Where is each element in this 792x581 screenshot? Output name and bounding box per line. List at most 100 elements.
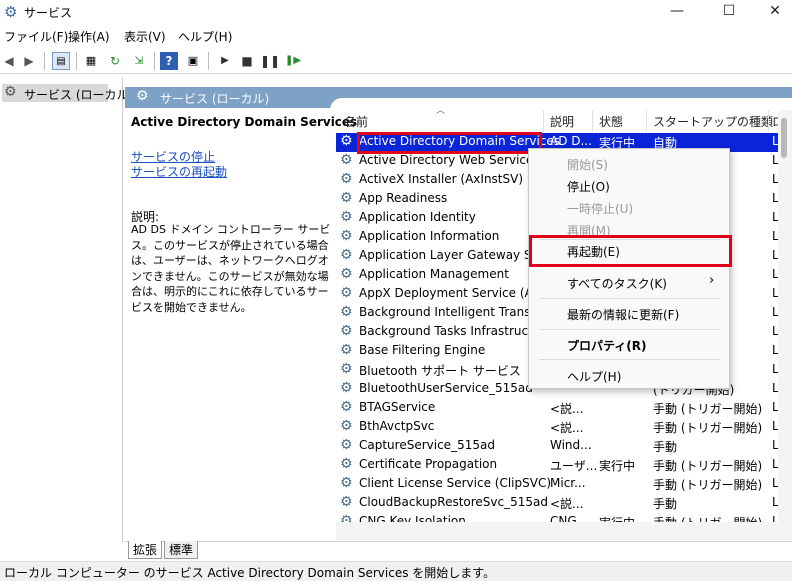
service-name: Application Management [359, 267, 509, 281]
refresh-icon[interactable]: ↻ [106, 52, 124, 70]
service-gear-icon: ⚙ [340, 456, 353, 472]
selected-service-name: Active Directory Domain Services [131, 115, 358, 129]
menu-item-all-tasks[interactable]: すべてのタスク(K) [567, 275, 667, 292]
scrollbar-thumb[interactable] [781, 118, 787, 158]
tab-extended[interactable]: 拡張 [128, 541, 163, 559]
menu-action[interactable]: 操作(A) [68, 28, 110, 45]
services-gear-icon: ⚙ [4, 84, 17, 100]
service-gear-icon: ⚙ [340, 247, 353, 263]
vertical-scrollbar[interactable] [778, 110, 792, 522]
service-gear-icon: ⚙ [340, 228, 353, 244]
close-button[interactable]: ✕ [752, 0, 792, 24]
tab-standard[interactable]: 標準 [164, 541, 199, 559]
service-name: BluetoothUserService_515ad [359, 381, 533, 395]
pane-header-curve [330, 98, 792, 110]
services-gear-icon: ⚙ [4, 3, 18, 21]
toolbar-separator [208, 52, 209, 70]
service-description-cell: <説... [550, 497, 584, 511]
service-name: CaptureService_515ad [359, 438, 495, 452]
menu-item-pause[interactable]: 一時停止(U) [567, 200, 633, 217]
help-icon[interactable]: ? [160, 52, 178, 70]
export-list-icon[interactable]: ⇲ [130, 52, 148, 70]
table-row[interactable]: ⚙ BTAGService <説... 手動 (トリガー開始) L [336, 399, 792, 418]
table-row[interactable]: ⚙ CaptureService_515ad Wind... 手動 L [336, 437, 792, 456]
service-description-cell: Wind... [550, 438, 592, 452]
menu-view[interactable]: 表示(V) [124, 28, 166, 45]
service-name: App Readiness [359, 191, 448, 205]
properties-sheet-icon[interactable]: ▦ [82, 52, 100, 70]
menu-item-help[interactable]: ヘルプ(H) [567, 368, 621, 385]
horizontal-scrollbar[interactable] [336, 522, 792, 540]
service-gear-icon: ⚙ [340, 285, 353, 301]
minimize-button[interactable]: — [654, 0, 700, 24]
service-gear-icon: ⚙ [340, 418, 353, 434]
service-name: Active Directory Web Services [359, 153, 540, 167]
service-startup-type: 手動 (トリガー開始) [653, 459, 763, 473]
context-menu: 開始(S) 停止(O) 一時停止(U) 再開(M) 再起動(E) すべてのタスク… [528, 148, 730, 389]
status-text: ローカル コンピューター のサービス Active Directory Doma… [4, 566, 496, 580]
service-name: CloudBackupRestoreSvc_515ad [359, 495, 548, 509]
service-name: Certificate Propagation [359, 457, 498, 471]
pause-service-icon[interactable]: ❚❚ [260, 52, 280, 70]
menu-item-stop[interactable]: 停止(O) [567, 178, 610, 195]
pane-header-title: サービス (ローカル) [160, 92, 270, 106]
menu-bar [0, 25, 792, 47]
service-name: BTAGService [359, 400, 436, 414]
tree-item-label: サービス (ローカル) [24, 88, 134, 102]
service-gear-icon: ⚙ [340, 190, 353, 206]
table-row[interactable]: ⚙ Client License Service (ClipSVC) Micr...… [336, 475, 792, 494]
service-description: AD DS ドメイン コントローラー サービス。このサービスが停止されている場合… [131, 223, 331, 314]
service-name: Bluetooth サポート サービス [359, 364, 521, 378]
menu-file[interactable]: ファイル(F) [4, 28, 68, 45]
service-gear-icon: ⚙ [340, 266, 353, 282]
service-startup-type: 手動 (トリガー開始) [653, 478, 763, 492]
service-gear-icon: ⚙ [340, 323, 353, 339]
toolbar-separator [154, 52, 155, 70]
service-name: Application Information [359, 229, 500, 243]
service-startup-type: 手動 (トリガー開始) [653, 421, 763, 435]
table-row[interactable]: ⚙ Certificate Propagation ユーザ... 実行中 手動 (トリガ… [336, 456, 792, 475]
console-tree [0, 77, 123, 542]
menu-item-start[interactable]: 開始(S) [567, 156, 608, 173]
console-icon[interactable]: ▣ [184, 52, 202, 70]
table-row[interactable]: ⚙ CloudBackupRestoreSvc_515ad <説... 手動 L [336, 494, 792, 513]
service-description-cell: AD D... [550, 134, 592, 148]
toolbar-separator [44, 52, 45, 70]
stop-service-icon[interactable]: ■ [238, 52, 256, 70]
show-tree-icon[interactable]: ▤ [52, 52, 70, 70]
service-gear-icon: ⚙ [340, 475, 353, 491]
service-description-cell: ユーザ... [550, 459, 598, 473]
service-gear-icon: ⚙ [340, 152, 353, 168]
service-name: Base Filtering Engine [359, 343, 486, 357]
service-name: Application Identity [359, 210, 476, 224]
service-gear-icon: ⚙ [340, 380, 353, 396]
highlight-box-selected-service [357, 132, 542, 154]
menu-separator [539, 298, 721, 299]
start-service-icon[interactable]: ▶ [216, 52, 234, 70]
toolbar-separator [76, 52, 77, 70]
restart-service-link[interactable]: サービスの再起動 [131, 163, 227, 180]
menu-item-properties[interactable]: プロパティ(R) [567, 337, 647, 354]
service-startup-type: 手動 (トリガー開始) [653, 402, 763, 416]
submenu-chevron-icon: › [709, 273, 715, 288]
service-gear-icon: ⚙ [340, 494, 353, 510]
window-title: サービス [24, 6, 73, 20]
service-status: 実行中 [599, 459, 636, 473]
service-startup-type: 手動 [653, 497, 678, 511]
menu-help[interactable]: ヘルプ(H) [178, 28, 232, 45]
back-arrow-icon[interactable]: ◀ [0, 52, 18, 70]
table-row[interactable]: ⚙ BthAvctpSvc <説... 手動 (トリガー開始) L [336, 418, 792, 437]
service-name: BthAvctpSvc [359, 419, 435, 433]
maximize-button[interactable]: ☐ [706, 0, 752, 24]
service-startup-type: 手動 [653, 440, 678, 454]
service-name: AppX Deployment Service (AppX [359, 286, 557, 300]
restart-service-icon[interactable]: ❚▶ [284, 52, 302, 70]
service-gear-icon: ⚙ [340, 342, 353, 358]
service-gear-icon: ⚙ [340, 399, 353, 415]
service-gear-icon: ⚙ [340, 209, 353, 225]
view-tabs-bar [125, 541, 792, 561]
service-gear-icon: ⚙ [340, 361, 353, 377]
search-gear-icon: ⚙ [136, 88, 149, 104]
forward-arrow-icon[interactable]: ▶ [20, 52, 38, 70]
menu-item-refresh[interactable]: 最新の情報に更新(F) [567, 306, 679, 323]
